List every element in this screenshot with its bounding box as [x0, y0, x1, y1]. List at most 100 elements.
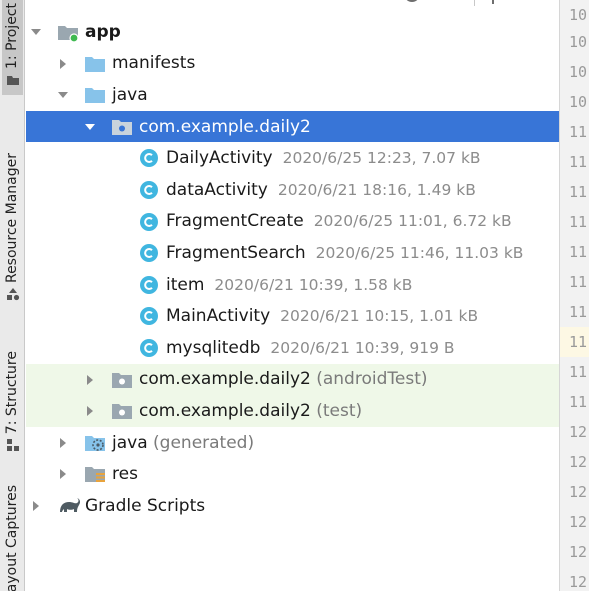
- toolbar-divider: [474, 0, 475, 6]
- tree-row-gradle-scripts[interactable]: Gradle Scripts: [26, 490, 559, 522]
- tab-project[interactable]: 1: Project: [2, 0, 23, 95]
- class-icon: [140, 307, 158, 326]
- folder-icon: [85, 56, 105, 72]
- file-meta: 2020/6/21 18:16, 1.49 kB: [277, 180, 476, 199]
- tree-label: com.example.daily2: [139, 369, 311, 390]
- collapse-icon[interactable]: [444, 0, 456, 4]
- line-number: 11: [569, 273, 588, 291]
- file-meta: 2020/6/25 11:01, 6.72 kB: [313, 212, 512, 231]
- tree-label: com.example.daily2: [139, 400, 311, 421]
- tree-row-app[interactable]: app: [26, 16, 559, 48]
- res-folder-icon: [85, 467, 105, 483]
- tree-label: Gradle Scripts: [85, 495, 206, 516]
- chevron-right-icon[interactable]: [30, 500, 42, 512]
- folder-icon: [85, 88, 105, 104]
- line-number: 10: [569, 6, 588, 24]
- tab-resource-manager[interactable]: Resource Manager: [2, 125, 23, 305]
- class-icon: [140, 180, 158, 199]
- tree-row-package-androidtest[interactable]: com.example.daily2 (androidTest): [26, 363, 559, 396]
- class-icon: [140, 149, 158, 168]
- pin-icon[interactable]: [489, 0, 497, 4]
- class-icon: [140, 338, 158, 357]
- chevron-down-icon[interactable]: [84, 121, 96, 133]
- file-meta: 2020/6/21 10:39, 1.58 kB: [214, 275, 413, 294]
- line-number: 12: [569, 423, 588, 441]
- chevron-right-icon[interactable]: [57, 437, 69, 449]
- tree-row-class[interactable]: dataActivity 2020/6/21 18:16, 1.49 kB: [26, 174, 559, 206]
- tree-label: MainActivity: [166, 306, 271, 327]
- line-number: 11: [569, 153, 588, 171]
- line-number: 11: [569, 363, 588, 381]
- tree-row-class[interactable]: mysqlitedb 2020/6/21 10:39, 919 B: [26, 332, 559, 364]
- line-number: 11: [569, 243, 588, 261]
- tree-row-class[interactable]: FragmentCreate 2020/6/25 11:01, 6.72 kB: [26, 206, 559, 238]
- toolbar: [26, 0, 559, 10]
- file-meta: 2020/6/21 10:39, 919 B: [270, 338, 455, 357]
- source-set-suffix: (generated): [153, 432, 255, 453]
- file-meta: 2020/6/21 10:15, 1.01 kB: [280, 307, 479, 326]
- tree-label: FragmentCreate: [166, 211, 304, 232]
- line-number: 12: [569, 543, 588, 561]
- tree-row-class[interactable]: FragmentSearch 2020/6/25 11:46, 11.03 kB: [26, 237, 559, 269]
- tool-window-strip: 1: Project Resource Manager 7: Structure…: [0, 0, 25, 591]
- chevron-down-icon[interactable]: [57, 89, 69, 101]
- line-number: 11: [569, 183, 588, 201]
- package-icon: [112, 119, 132, 135]
- class-icon: [140, 244, 158, 263]
- gradle-icon: [60, 497, 81, 512]
- line-number: 12: [569, 513, 588, 531]
- line-number: 11: [569, 333, 588, 351]
- source-set-suffix: (test): [316, 400, 363, 421]
- tree-label: mysqlitedb: [166, 337, 261, 358]
- chevron-right-icon[interactable]: [84, 405, 96, 417]
- line-number: 10: [569, 63, 588, 81]
- tab-layout-captures[interactable]: Layout Captures: [2, 485, 23, 591]
- tree-row-java[interactable]: java: [26, 79, 559, 111]
- tree-label: java: [112, 84, 148, 105]
- tab-structure[interactable]: 7: Structure: [2, 336, 23, 456]
- class-icon: [140, 212, 158, 231]
- tree-row-manifests[interactable]: manifests: [26, 48, 559, 80]
- tree-row-package-main[interactable]: com.example.daily2: [26, 110, 559, 143]
- line-number: 11: [569, 303, 588, 321]
- line-number: 11: [569, 213, 588, 231]
- package-icon: [112, 404, 132, 420]
- source-set-suffix: (androidTest): [316, 369, 428, 390]
- line-number: 10: [569, 33, 588, 51]
- module-icon: [58, 26, 79, 43]
- editor-gutter: 10 10 10 10 11 11 11 11 11 11 11 11 11 1…: [559, 0, 589, 591]
- tree-row-package-test[interactable]: com.example.daily2 (test): [26, 395, 559, 427]
- class-icon: [140, 275, 158, 294]
- tree-row-java-generated[interactable]: java (generated): [26, 427, 559, 459]
- chevron-right-icon[interactable]: [57, 468, 69, 480]
- tab-project-label: 1: Project: [4, 3, 20, 69]
- tree-label: item: [166, 274, 205, 295]
- generated-folder-icon: [85, 435, 105, 451]
- chevron-right-icon[interactable]: [84, 374, 96, 386]
- tree-row-class[interactable]: item 2020/6/21 10:39, 1.58 kB: [26, 269, 559, 301]
- file-meta: 2020/6/25 12:23, 7.07 kB: [282, 149, 481, 168]
- project-tree: app manifests java com.example.daily2 Da…: [26, 16, 559, 522]
- tree-label: java: [112, 432, 148, 453]
- file-meta: 2020/6/25 11:46, 11.03 kB: [315, 243, 524, 262]
- tree-row-class[interactable]: DailyActivity 2020/6/25 12:23, 7.07 kB: [26, 142, 559, 174]
- chevron-right-icon[interactable]: [57, 58, 69, 70]
- package-icon: [112, 372, 132, 388]
- tab-captures-label: Layout Captures: [4, 485, 20, 591]
- shapes-icon: [6, 288, 19, 301]
- line-number: 11: [569, 393, 588, 411]
- tree-label: FragmentSearch: [166, 242, 306, 263]
- tree-row-class[interactable]: MainActivity 2020/6/21 10:15, 1.01 kB: [26, 300, 559, 332]
- line-number: 12: [569, 483, 588, 501]
- chevron-down-icon[interactable]: [30, 26, 42, 38]
- tree-label: res: [112, 464, 138, 485]
- line-number: 12: [569, 453, 588, 471]
- tab-structure-label: 7: Structure: [4, 350, 20, 434]
- line-number: 11: [569, 123, 588, 141]
- tree-label: DailyActivity: [166, 148, 273, 169]
- tree-row-res[interactable]: res: [26, 458, 559, 490]
- line-number: 10: [569, 93, 588, 111]
- line-number: 12: [569, 573, 588, 591]
- tree-label: manifests: [112, 53, 196, 74]
- settings-icon[interactable]: [403, 0, 421, 4]
